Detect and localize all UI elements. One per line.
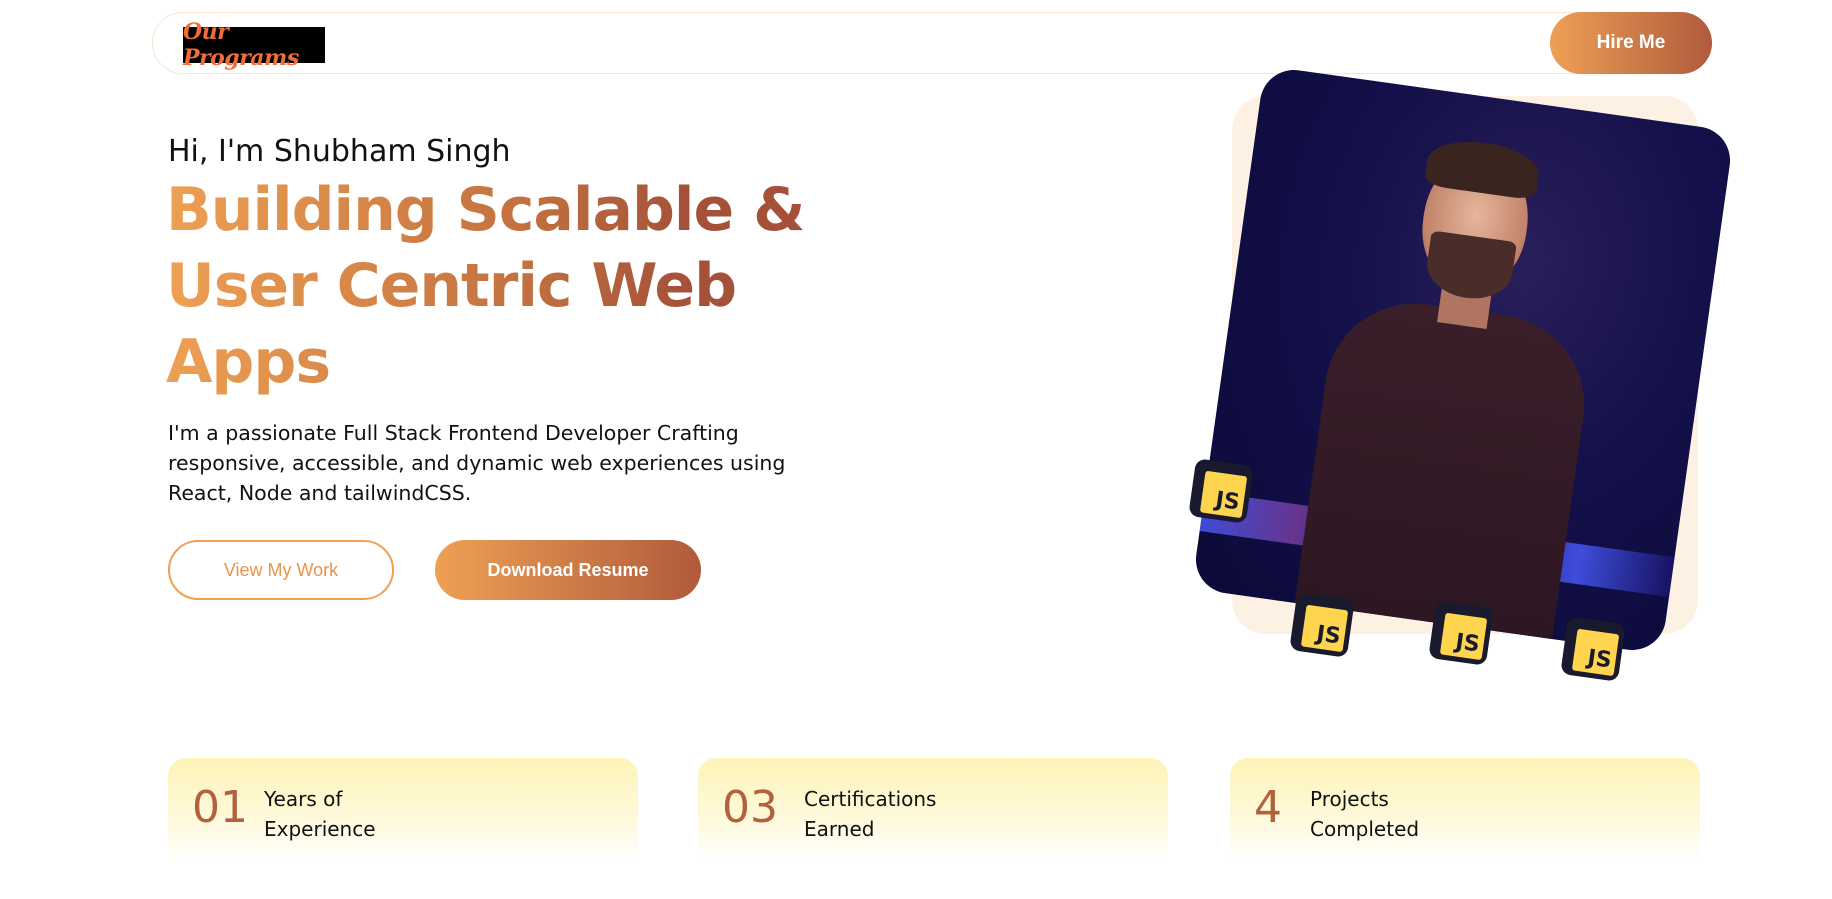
- view-my-work-button[interactable]: View My Work: [168, 540, 394, 600]
- portrait-beard: [1423, 230, 1517, 304]
- js-icon-label: JS: [1297, 601, 1352, 656]
- stat-card-projects: 4 Projects Completed: [1230, 758, 1700, 862]
- stat-card-experience: 01 Years of Experience: [168, 758, 638, 862]
- hero-headline: Building Scalable & User Centric Web App…: [166, 172, 816, 400]
- headline-line-2: User Centric Web: [166, 251, 737, 321]
- hero-intro: I'm a passionate Full Stack Frontend Dev…: [168, 421, 786, 505]
- hire-me-button[interactable]: Hire Me: [1550, 12, 1712, 74]
- logo[interactable]: Our Programs: [183, 19, 325, 71]
- stat-label-line: Experience: [264, 817, 376, 841]
- navbar: Our Programs Hire Me: [152, 12, 1712, 74]
- js-icon: JS: [1188, 458, 1254, 524]
- portrait-photo: [1191, 65, 1735, 655]
- stat-label-line: Years of: [264, 787, 343, 811]
- stat-label-line: Earned: [804, 817, 875, 841]
- stat-number: 4: [1254, 782, 1282, 833]
- stat-card-certifications: 03 Certifications Earned: [698, 758, 1168, 862]
- headline-line-1: Building Scalable &: [166, 175, 805, 245]
- stat-label: Certifications Earned: [804, 784, 1024, 844]
- js-icon-label: JS: [1568, 625, 1623, 680]
- stat-number: 01: [192, 782, 248, 833]
- stat-label-line: Projects: [1310, 787, 1389, 811]
- stat-number: 03: [722, 782, 778, 833]
- js-icon: JS: [1428, 600, 1494, 666]
- headline-line-3: Apps: [166, 327, 331, 397]
- hero-greeting: Hi, I'm Shubham Singh: [168, 134, 511, 169]
- stat-label: Years of Experience: [264, 784, 484, 844]
- js-icon: JS: [1289, 592, 1355, 658]
- stat-label-line: Completed: [1310, 817, 1420, 841]
- stat-label: Projects Completed: [1310, 784, 1530, 844]
- stat-label-line: Certifications: [804, 787, 937, 811]
- download-resume-button[interactable]: Download Resume: [435, 540, 701, 600]
- js-icon: JS: [1560, 616, 1626, 682]
- js-icon-label: JS: [1436, 609, 1491, 664]
- js-icon-label: JS: [1196, 467, 1251, 522]
- logo-text: Our Programs: [183, 19, 299, 71]
